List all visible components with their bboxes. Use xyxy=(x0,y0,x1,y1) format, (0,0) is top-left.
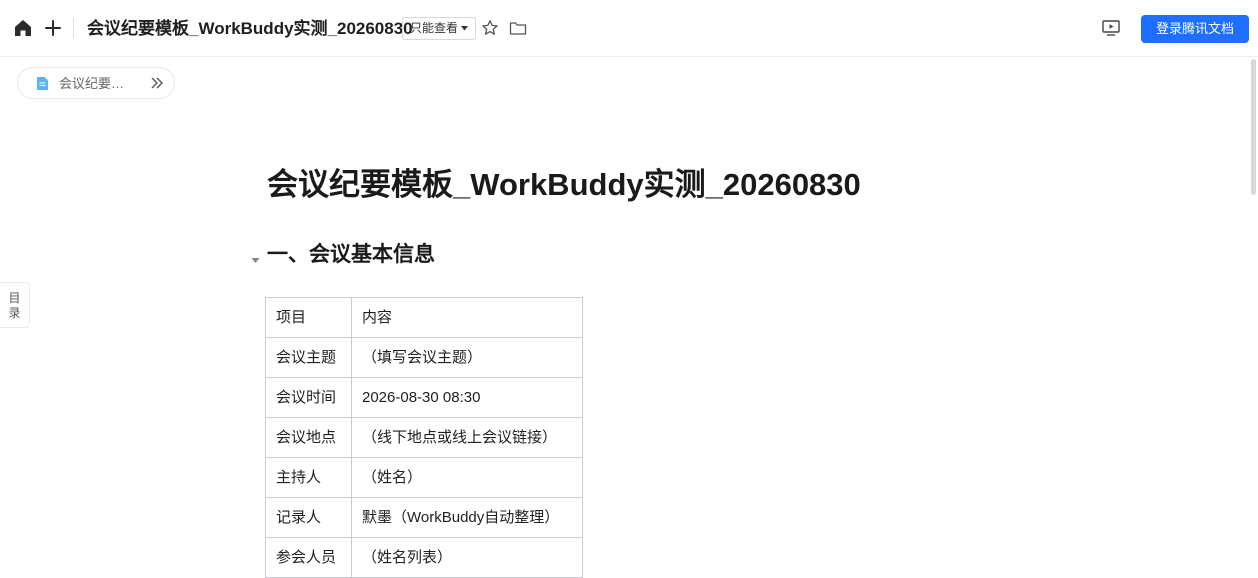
expand-double-chevron-icon[interactable] xyxy=(149,74,165,97)
table-cell-value[interactable]: 默墨（WorkBuddy自动整理） xyxy=(351,497,583,538)
present-icon[interactable] xyxy=(1099,16,1123,40)
document-title[interactable]: 会议纪要模板_WorkBuddy实测_20260830 xyxy=(267,165,861,205)
section-heading[interactable]: 一、会议基本信息 xyxy=(267,240,435,269)
meeting-info-table: 项目 内容 会议主题 （填写会议主题） 会议时间 2026-08-30 08:30 会议地点… xyxy=(265,297,583,578)
table-cell-field[interactable]: 会议地点 xyxy=(265,417,352,458)
vertical-scrollbar[interactable] xyxy=(1251,59,1256,195)
toc-label-line2: 录 xyxy=(8,306,21,320)
permission-label: 只能查看 xyxy=(410,21,459,35)
table-cell-field[interactable]: 参会人员 xyxy=(265,537,352,578)
table-cell-value[interactable]: （线下地点或线上会议链接） xyxy=(351,417,583,458)
home-icon[interactable] xyxy=(11,16,35,40)
table-cell-field[interactable]: 记录人 xyxy=(265,497,352,538)
breadcrumb[interactable]: 会议纪要… xyxy=(17,67,175,99)
table-row: 会议时间 2026-08-30 08:30 xyxy=(265,377,583,418)
toolbar-divider xyxy=(73,18,74,38)
table-row: 参会人员 （姓名列表） xyxy=(265,537,583,578)
table-cell-field[interactable]: 会议时间 xyxy=(265,377,352,418)
login-button[interactable]: 登录腾讯文档 xyxy=(1141,15,1249,43)
toc-label-line1: 目 xyxy=(8,291,21,305)
caret-down-icon xyxy=(461,26,469,31)
star-icon[interactable] xyxy=(478,16,502,40)
collapse-caret-icon[interactable] xyxy=(251,251,260,269)
breadcrumb-label: 会议纪要… xyxy=(59,76,125,91)
document-icon xyxy=(36,76,49,96)
permission-dropdown[interactable]: 只能查看 xyxy=(402,17,477,40)
table-cell-value[interactable]: 内容 xyxy=(351,297,583,338)
table-cell-field[interactable]: 主持人 xyxy=(265,457,352,498)
table-cell-field[interactable]: 项目 xyxy=(265,297,352,338)
table-row: 会议地点 （线下地点或线上会议链接） xyxy=(265,417,583,458)
table-cell-value[interactable]: 2026-08-30 08:30 xyxy=(351,377,583,418)
table-row: 会议主题 （填写会议主题） xyxy=(265,337,583,378)
plus-icon[interactable] xyxy=(41,16,65,40)
table-cell-value[interactable]: （姓名） xyxy=(351,457,583,498)
table-row: 主持人 （姓名） xyxy=(265,457,583,498)
table-row: 记录人 默墨（WorkBuddy自动整理） xyxy=(265,497,583,538)
table-cell-value[interactable]: （填写会议主题） xyxy=(351,337,583,378)
doc-title[interactable]: 会议纪要模板_WorkBuddy实测_20260830 xyxy=(87,18,413,40)
table-cell-field[interactable]: 会议主题 xyxy=(265,337,352,378)
table-cell-value[interactable]: （姓名列表） xyxy=(351,537,583,578)
top-bar: 会议纪要模板_WorkBuddy实测_20260830 只能查看 登录腾讯文档 xyxy=(0,0,1258,57)
folder-icon[interactable] xyxy=(506,16,530,40)
table-row: 项目 内容 xyxy=(265,297,583,338)
toc-toggle[interactable]: 目 录 xyxy=(0,282,30,328)
